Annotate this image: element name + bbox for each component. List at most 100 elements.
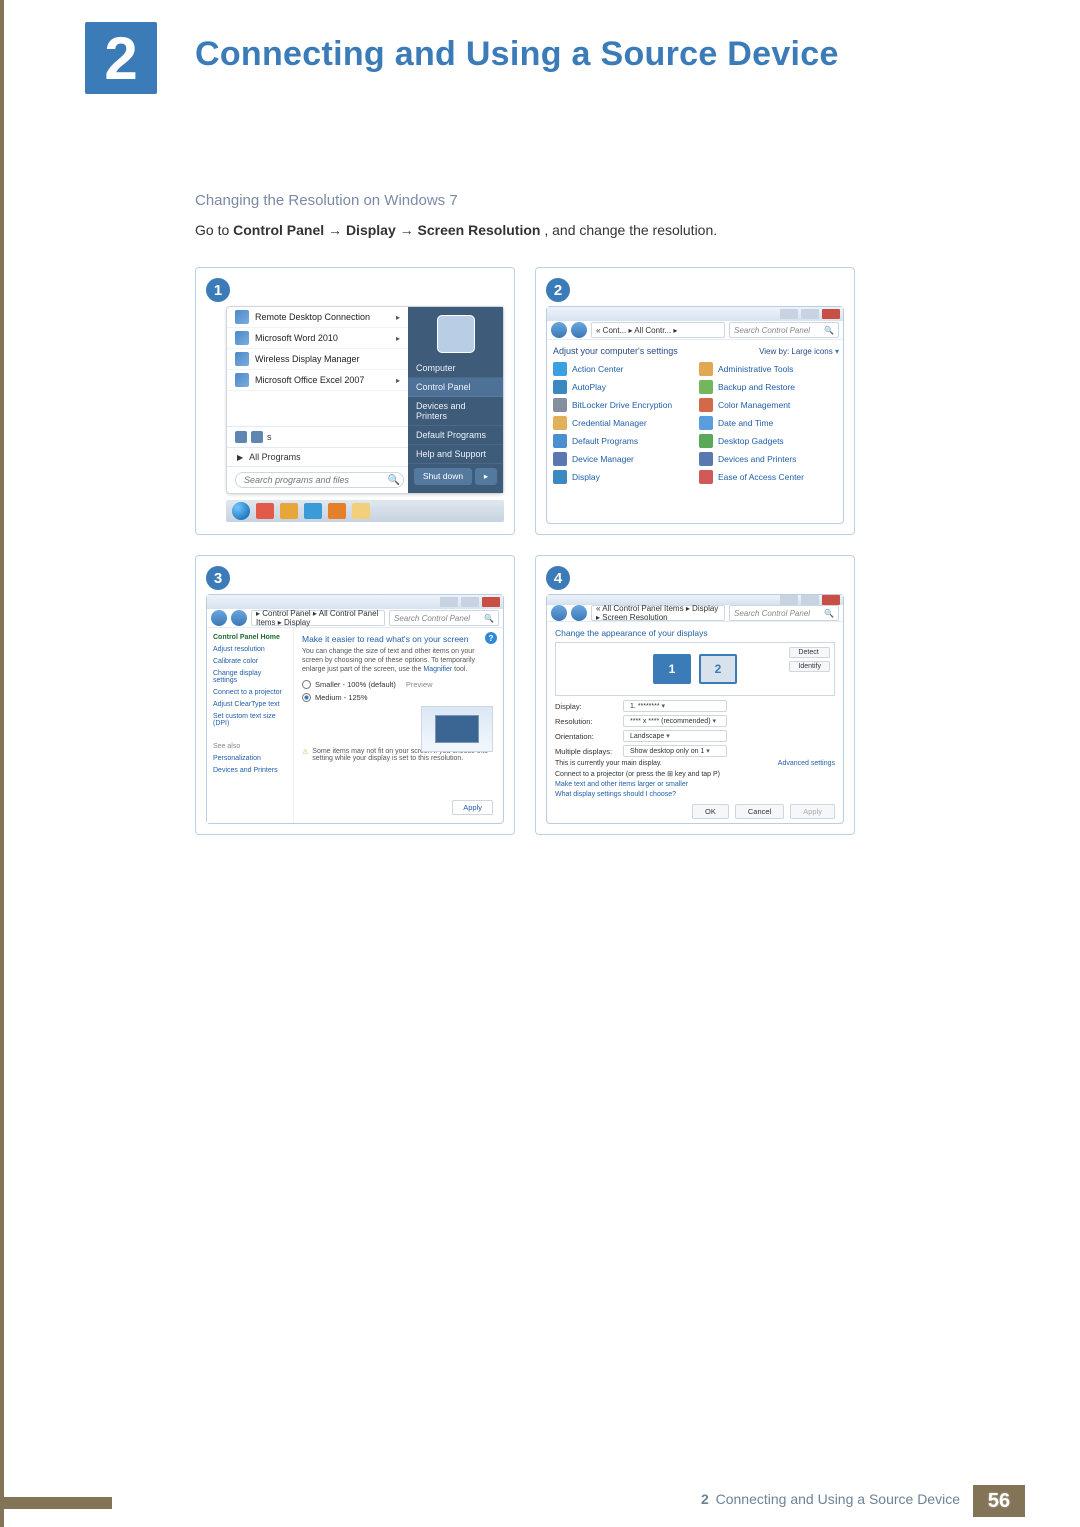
display-dropdown[interactable]: 1. ******** (623, 700, 727, 712)
cp-item[interactable]: Desktop Gadgets (699, 434, 839, 448)
shutdown-options-button[interactable]: ▸ (475, 468, 497, 485)
window-minimize-button[interactable] (440, 597, 458, 607)
monitor-2-tile[interactable]: 2 (699, 654, 737, 684)
view-by-dropdown[interactable]: View by: Large icons (759, 347, 839, 356)
taskbar-media-icon[interactable] (328, 503, 346, 519)
start-menu-item[interactable]: Wireless Display Manager (227, 349, 408, 370)
nav-forward-button[interactable] (571, 605, 587, 621)
start-menu-item[interactable]: Microsoft Word 2010▸ (227, 328, 408, 349)
sidebar-link[interactable]: Calibrate color (213, 658, 287, 665)
ok-button[interactable]: OK (692, 804, 729, 819)
cp-item[interactable]: Devices and Printers (699, 452, 839, 466)
instruction-text: Go to Control Panel → Display → Screen R… (195, 220, 717, 240)
search-input[interactable]: Search Control Panel (729, 322, 839, 338)
cp-item[interactable]: Credential Manager (553, 416, 693, 430)
nav-back-button[interactable] (551, 605, 567, 621)
sidebar-link[interactable]: Set custom text size (DPI) (213, 713, 287, 727)
connect-projector-link[interactable]: Connect to a projector (555, 771, 624, 778)
monitor-arrangement-box[interactable]: 1 2 Detect Identify (555, 642, 835, 696)
window-titlebar (207, 595, 503, 609)
apply-button[interactable]: Apply (790, 804, 835, 819)
breadcrumb[interactable]: ▸ Control Panel ▸ All Control Panel Item… (251, 610, 385, 626)
start-menu-search-input[interactable] (235, 472, 404, 488)
sidebar-link[interactable]: Connect to a projector (213, 689, 287, 696)
window-close-button[interactable] (822, 595, 840, 605)
start-menu-item[interactable]: Remote Desktop Connection▸ (227, 307, 408, 328)
cp-item-label: Action Center (572, 364, 624, 374)
monitor-buttons: Detect Identify (789, 647, 830, 672)
display-sidebar: Control Panel Home Adjust resolution Cal… (207, 628, 294, 823)
taskbar-ie-icon[interactable] (304, 503, 322, 519)
search-input[interactable]: Search Control Panel (389, 610, 499, 626)
all-programs-button[interactable]: All Programs (227, 447, 408, 466)
cp-item-label: Color Management (718, 400, 790, 410)
monitor-icon (435, 715, 479, 743)
user-avatar (437, 315, 475, 353)
cp-item[interactable]: Color Management (699, 398, 839, 412)
flag-icon (553, 362, 567, 376)
start-menu-right-item[interactable]: Computer (408, 359, 503, 378)
monitor-1-tile[interactable]: 1 (653, 654, 691, 684)
window-titlebar (547, 307, 843, 321)
make-text-larger-link[interactable]: Make text and other items larger or smal… (555, 781, 835, 788)
window-maximize-button[interactable] (801, 595, 819, 605)
nav-back-button[interactable] (211, 610, 227, 626)
window-close-button[interactable] (482, 597, 500, 607)
window-close-button[interactable] (822, 309, 840, 319)
advanced-settings-link[interactable]: Advanced settings (778, 760, 835, 767)
shutdown-button[interactable]: Shut down (414, 468, 472, 485)
window-maximize-button[interactable] (801, 309, 819, 319)
start-menu-right-item[interactable]: Devices and Printers (408, 397, 503, 426)
sidebar-link[interactable]: Personalization (213, 755, 287, 762)
orientation-dropdown[interactable]: Landscape (623, 730, 727, 742)
sidebar-link[interactable]: Change display settings (213, 670, 287, 684)
window-minimize-button[interactable] (780, 309, 798, 319)
lock-icon (553, 398, 567, 412)
identify-button[interactable]: Identify (789, 661, 830, 672)
cp-item-display[interactable]: Display (553, 470, 693, 484)
taskbar-explorer-icon[interactable] (352, 503, 370, 519)
start-menu-item[interactable]: Microsoft Office Excel 2007▸ (227, 370, 408, 391)
breadcrumb[interactable]: « All Control Panel Items ▸ Display ▸ Sc… (591, 605, 725, 621)
nav-back-button[interactable] (551, 322, 567, 338)
magnifier-link[interactable]: Magnifier (423, 666, 452, 673)
nav-forward-button[interactable] (231, 610, 247, 626)
search-input[interactable]: Search Control Panel (729, 605, 839, 621)
taskbar-app-icon[interactable] (280, 503, 298, 519)
window-maximize-button[interactable] (461, 597, 479, 607)
cp-item[interactable]: Action Center (553, 362, 693, 376)
doc-left-edge-strip (0, 0, 4, 1527)
start-menu-pinned-row[interactable]: s (227, 426, 408, 447)
text-size-radio-small[interactable]: Smaller - 100% (default) Preview (302, 680, 495, 689)
detect-button[interactable]: Detect (789, 647, 830, 658)
cp-item[interactable]: Device Manager (553, 452, 693, 466)
cp-item[interactable]: Administrative Tools (699, 362, 839, 376)
multiple-displays-dropdown[interactable]: Show desktop only on 1 (623, 745, 727, 757)
app-icon (235, 373, 249, 387)
taskbar-app-icon[interactable] (256, 503, 274, 519)
start-menu-right-item-control-panel[interactable]: Control Panel (408, 378, 503, 397)
start-menu-right-item[interactable]: Help and Support (408, 445, 503, 464)
text-size-radio-medium[interactable]: Medium - 125% (302, 693, 495, 702)
cancel-button[interactable]: Cancel (735, 804, 784, 819)
cp-item[interactable]: Backup and Restore (699, 380, 839, 394)
display-main: ? Make it easier to read what's on your … (294, 628, 503, 823)
sidebar-link[interactable]: Devices and Printers (213, 767, 287, 774)
what-settings-link[interactable]: What display settings should I choose? (555, 791, 835, 798)
sidebar-link-adjust-resolution[interactable]: Adjust resolution (213, 646, 287, 653)
cp-item[interactable]: Ease of Access Center (699, 470, 839, 484)
cp-item[interactable]: BitLocker Drive Encryption (553, 398, 693, 412)
window-minimize-button[interactable] (780, 595, 798, 605)
cp-item[interactable]: Default Programs (553, 434, 693, 448)
cp-item[interactable]: AutoPlay (553, 380, 693, 394)
info-icon[interactable]: ? (485, 632, 497, 644)
sidebar-link[interactable]: Adjust ClearType text (213, 701, 287, 708)
display-main-heading: Make it easier to read what's on your sc… (302, 634, 495, 644)
resolution-dropdown[interactable]: **** x **** (recommended) (623, 715, 727, 727)
breadcrumb[interactable]: « Cont... ▸ All Contr... ▸ (591, 322, 725, 338)
start-orb-icon[interactable] (232, 502, 250, 520)
apply-button[interactable]: Apply (452, 800, 493, 815)
start-menu-right-item[interactable]: Default Programs (408, 426, 503, 445)
cp-item[interactable]: Date and Time (699, 416, 839, 430)
nav-forward-button[interactable] (571, 322, 587, 338)
